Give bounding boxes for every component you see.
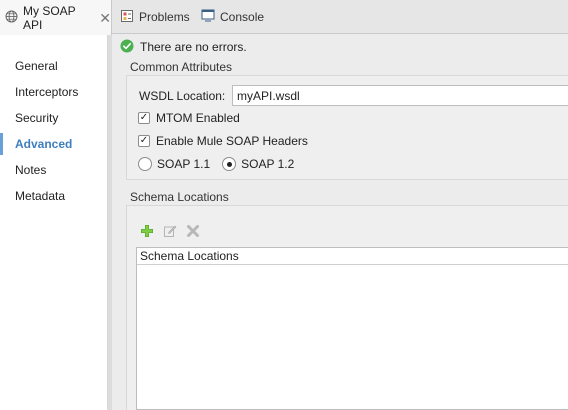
schema-locations-toolbar xyxy=(139,222,208,240)
sidebar-item-label: Metadata xyxy=(15,189,66,203)
tab-console[interactable]: Console xyxy=(201,0,264,34)
soap-version-radio-group: SOAP 1.1 SOAP 1.2 xyxy=(138,156,294,172)
settings-sidebar: General Interceptors Security Advanced N… xyxy=(0,35,108,410)
sidebar-item-label: Interceptors xyxy=(15,85,79,99)
sidebar-item-security[interactable]: Security xyxy=(0,107,108,129)
advanced-panel: There are no errors. Common Attributes W… xyxy=(112,35,568,410)
edit-icon[interactable] xyxy=(162,223,178,239)
mule-soap-headers-label: Enable Mule SOAP Headers xyxy=(156,134,308,148)
tab-my-soap-api[interactable]: My SOAP API ✕ xyxy=(0,0,112,35)
console-icon xyxy=(201,9,215,25)
radio-selected-dot xyxy=(226,161,232,167)
mtom-enabled-checkbox[interactable]: ✓ xyxy=(138,112,150,124)
delete-icon[interactable] xyxy=(185,223,201,239)
editor-tab-bar: My SOAP API ✕ Problems Console xyxy=(0,0,568,35)
schema-locations-title: Schema Locations xyxy=(130,190,229,204)
check-circle-icon xyxy=(120,39,134,56)
mtom-enabled-label: MTOM Enabled xyxy=(156,111,240,125)
globe-icon xyxy=(5,10,18,26)
common-attributes-title: Common Attributes xyxy=(130,60,233,74)
sidebar-item-metadata[interactable]: Metadata xyxy=(0,185,108,207)
mule-soap-headers-checkbox-row[interactable]: ✓ Enable Mule SOAP Headers xyxy=(138,133,308,149)
mule-soap-headers-checkbox[interactable]: ✓ xyxy=(138,135,150,147)
tab-problems[interactable]: Problems xyxy=(118,0,190,34)
status-message: There are no errors. xyxy=(140,40,247,54)
sidebar-item-label: Security xyxy=(15,111,59,125)
wsdl-location-label: WSDL Location: xyxy=(139,89,226,103)
wsdl-location-input[interactable] xyxy=(232,85,568,106)
mtom-enabled-checkbox-row[interactable]: ✓ MTOM Enabled xyxy=(138,110,240,126)
tab-label: Console xyxy=(220,10,265,24)
soap-1-1-radio[interactable] xyxy=(138,157,152,171)
schema-locations-table[interactable]: Schema Locations xyxy=(136,247,568,410)
soap-1-2-radio[interactable] xyxy=(222,157,237,171)
problems-icon xyxy=(120,9,134,26)
soap-1-1-label: SOAP 1.1 xyxy=(157,157,211,171)
sidebar-item-interceptors[interactable]: Interceptors xyxy=(0,81,108,103)
sidebar-item-label: General xyxy=(15,59,58,73)
sidebar-item-general[interactable]: General xyxy=(0,55,108,77)
table-column-header[interactable]: Schema Locations xyxy=(137,248,568,265)
add-icon[interactable] xyxy=(139,223,155,239)
tab-label: Problems xyxy=(139,10,190,24)
column-header-label: Schema Locations xyxy=(140,249,239,263)
tab-label: My SOAP API xyxy=(23,3,76,32)
close-icon[interactable]: ✕ xyxy=(99,11,111,25)
sidebar-item-notes[interactable]: Notes xyxy=(0,159,108,181)
soap-1-1-option[interactable]: SOAP 1.1 xyxy=(138,157,210,171)
sidebar-item-label: Notes xyxy=(15,163,47,177)
sidebar-item-advanced[interactable]: Advanced xyxy=(0,133,108,155)
validation-status: There are no errors. xyxy=(120,38,247,56)
soap-1-2-option[interactable]: SOAP 1.2 xyxy=(222,157,294,171)
sidebar-item-label: Advanced xyxy=(15,137,73,151)
soap-1-2-label: SOAP 1.2 xyxy=(241,157,295,171)
